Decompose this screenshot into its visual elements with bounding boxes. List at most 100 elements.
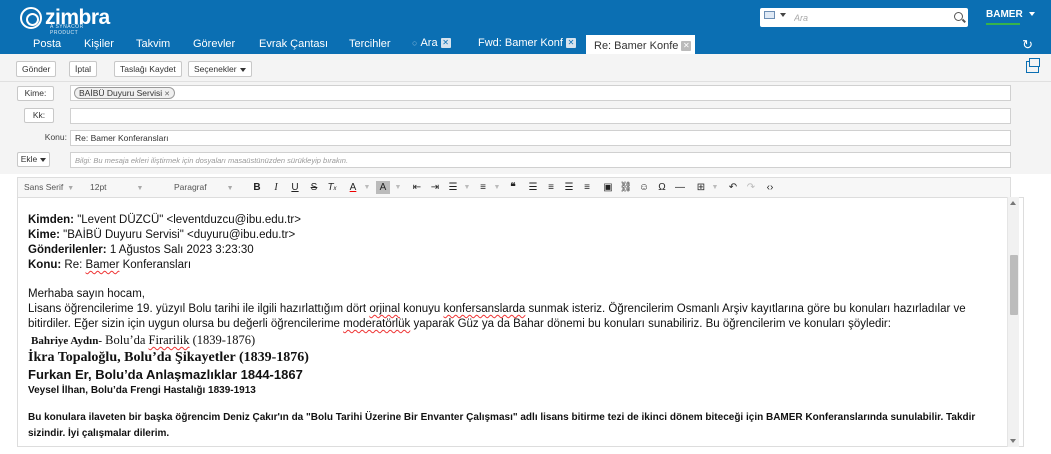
search-scope-dropdown[interactable]: [764, 11, 786, 19]
refresh-icon[interactable]: ↻: [1022, 37, 1033, 53]
nav-item-tercihler[interactable]: Tercihler: [349, 38, 391, 50]
greeting: Merhaba sayın hocam,: [28, 288, 145, 300]
close-icon[interactable]: ✕: [681, 40, 692, 51]
align-right-icon[interactable]: ☰: [562, 181, 576, 194]
tab-search[interactable]: ○ Ara ✕: [412, 37, 451, 49]
image-icon[interactable]: ▣: [601, 181, 615, 194]
remove-recipient-icon[interactable]: ✕: [164, 91, 170, 98]
cc-field[interactable]: [70, 108, 1011, 124]
to-button[interactable]: Kime:: [17, 86, 54, 101]
scroll-up-icon[interactable]: [1010, 201, 1016, 205]
strikethrough-icon[interactable]: S: [307, 181, 321, 194]
search-box: [760, 8, 968, 27]
source-code-icon[interactable]: ‹›: [763, 181, 777, 194]
link-icon[interactable]: ⛓: [619, 181, 633, 194]
font-size-select[interactable]: 12pt ▼: [90, 182, 143, 192]
scrollbar-thumb[interactable]: [1010, 255, 1018, 315]
align-left-icon[interactable]: ☰: [526, 181, 540, 194]
emoji-icon[interactable]: ☺: [637, 181, 651, 194]
scroll-down-icon[interactable]: [1010, 439, 1016, 443]
chevron-down-icon[interactable]: ▼: [490, 181, 504, 194]
font-family-value: Sans Serif: [24, 182, 64, 192]
tab-label: Ara: [420, 37, 438, 49]
student-name: Bahriye Aydın-: [31, 335, 103, 347]
search-input[interactable]: [794, 10, 944, 25]
search-icon[interactable]: [954, 12, 963, 21]
chevron-down-icon[interactable]: ▼: [708, 181, 722, 194]
user-status-bar: [986, 23, 1020, 25]
quoted-sent-line: Gönderilenler: 1 Ağustos Salı 2023 3:23:…: [28, 243, 1008, 258]
student-line-2: İkra Topaloğlu, Bolu’da Şikayetler (1839…: [28, 350, 309, 365]
redo-icon[interactable]: ↷: [744, 181, 758, 194]
recipient-name: BAİBÜ Duyuru Servisi: [79, 88, 163, 98]
to-field[interactable]: BAİBÜ Duyuru Servisi ✕: [70, 85, 1011, 101]
tab-label: Re: Bamer Konfe: [594, 39, 679, 52]
zimbra-logo[interactable]: zimbra A SYNACOR PRODUCT: [20, 5, 110, 36]
horizontal-rule-icon[interactable]: —: [673, 181, 687, 194]
misspelled-word: konfersanslarda: [443, 303, 526, 315]
subject-field[interactable]: Re: Bamer Konferansları: [70, 130, 1011, 146]
clear-format-icon[interactable]: Tx: [325, 181, 339, 194]
nav-item-takvim[interactable]: Takvim: [136, 38, 170, 50]
numbered-list-icon[interactable]: ≡: [476, 181, 490, 194]
misspelled-word: Firarilik: [148, 333, 190, 347]
align-center-icon[interactable]: ≡: [544, 181, 558, 194]
undo-icon[interactable]: ↶: [726, 181, 740, 194]
chevron-down-icon[interactable]: ▼: [391, 181, 405, 194]
text-color-icon[interactable]: A: [346, 181, 360, 194]
student-line-1: Bahriye Aydın- Bolu’da Firarilik (1839-1…: [31, 332, 1008, 349]
chevron-down-icon: ▼: [67, 185, 75, 192]
outdent-icon[interactable]: ⇤: [410, 181, 424, 194]
bold-icon[interactable]: B: [250, 181, 264, 194]
font-family-select[interactable]: Sans Serif ▼: [24, 182, 74, 192]
editor-scrollbar[interactable]: [1007, 197, 1019, 447]
chevron-down-icon: [40, 157, 47, 162]
zimbra-compose-window: zimbra A SYNACOR PRODUCT BAMER Posta Kiş…: [0, 0, 1051, 454]
close-icon[interactable]: ✕: [565, 38, 576, 48]
detach-window-icon[interactable]: [1026, 58, 1040, 73]
options-button[interactable]: Seçenekler: [188, 61, 252, 77]
subject-label: Konu:: [44, 132, 67, 142]
subject-word: Bamer: [85, 259, 120, 271]
format-toolbar: Sans Serif ▼ 12pt ▼ Paragraf ▼ B I U S Tx A…: [17, 177, 1011, 197]
paragraph-text: konuyu: [400, 303, 444, 315]
blockquote-icon[interactable]: ❝: [506, 181, 520, 194]
message-body-editor[interactable]: Kimden: "Levent DÜZCÜ" <leventduzcu@ibu.…: [17, 197, 1024, 447]
attach-button[interactable]: Ekle: [17, 152, 50, 167]
paragraph-text: yaparak Güz ya da Bahar dönemi bu konula…: [410, 318, 891, 330]
misspelled-word: orjinal: [369, 303, 400, 315]
save-draft-button[interactable]: Taslağı Kaydet: [114, 61, 182, 77]
cancel-button[interactable]: İptal: [69, 61, 98, 77]
compose-fields: Kime: BAİBÜ Duyuru Servisi ✕ Kk: Konu: Re…: [0, 82, 1051, 174]
recipient-chip[interactable]: BAİBÜ Duyuru Servisi ✕: [74, 87, 176, 99]
app-nav-bar: Posta Kişiler Takvim Görevler Evrak Çant…: [0, 34, 1051, 54]
chevron-down-icon[interactable]: ▼: [460, 181, 474, 194]
chevron-down-icon[interactable]: ▼: [360, 181, 374, 194]
italic-icon[interactable]: I: [269, 181, 283, 194]
table-icon[interactable]: ⊞: [694, 181, 708, 194]
nav-item-posta[interactable]: Posta: [33, 38, 61, 50]
block-format-select[interactable]: Paragraf ▼: [174, 182, 234, 192]
special-char-icon[interactable]: Ω: [655, 181, 669, 194]
nav-item-gorevler[interactable]: Görevler: [193, 38, 235, 50]
main-paragraph: Lisans öğrencilerime 19. yüzyıl Bolu tar…: [28, 302, 1008, 332]
attachment-dropzone[interactable]: Bilgi: Bu mesaja ekleri iliştirmek için …: [70, 152, 1011, 168]
user-menu[interactable]: BAMER: [986, 9, 1036, 20]
underline-icon[interactable]: U: [288, 181, 302, 194]
block-format-value: Paragraf: [174, 182, 207, 192]
align-justify-icon[interactable]: ≡: [580, 181, 594, 194]
bullet-list-icon[interactable]: ☰: [446, 181, 460, 194]
highlight-color-icon[interactable]: A: [376, 181, 390, 194]
sent-label: Gönderilenler:: [28, 244, 107, 256]
cc-button[interactable]: Kk:: [24, 108, 54, 123]
nav-item-evrak-cantasi[interactable]: Evrak Çantası: [259, 38, 328, 50]
nav-item-kisiler[interactable]: Kişiler: [84, 38, 114, 50]
close-icon[interactable]: ✕: [440, 38, 451, 48]
paragraph-text: Lisans öğrencilerime 19. yüzyıl Bolu tar…: [28, 303, 370, 315]
indent-icon[interactable]: ⇥: [428, 181, 442, 194]
student-topic: Bolu’da: [102, 333, 149, 347]
send-button[interactable]: Gönder: [16, 61, 57, 77]
zimbra-logo-icon: [20, 7, 42, 29]
tab-fwd-bamer[interactable]: Fwd: Bamer Konf ✕: [478, 37, 576, 49]
tab-re-bamer[interactable]: Re: Bamer Konfe ✕: [586, 35, 696, 54]
